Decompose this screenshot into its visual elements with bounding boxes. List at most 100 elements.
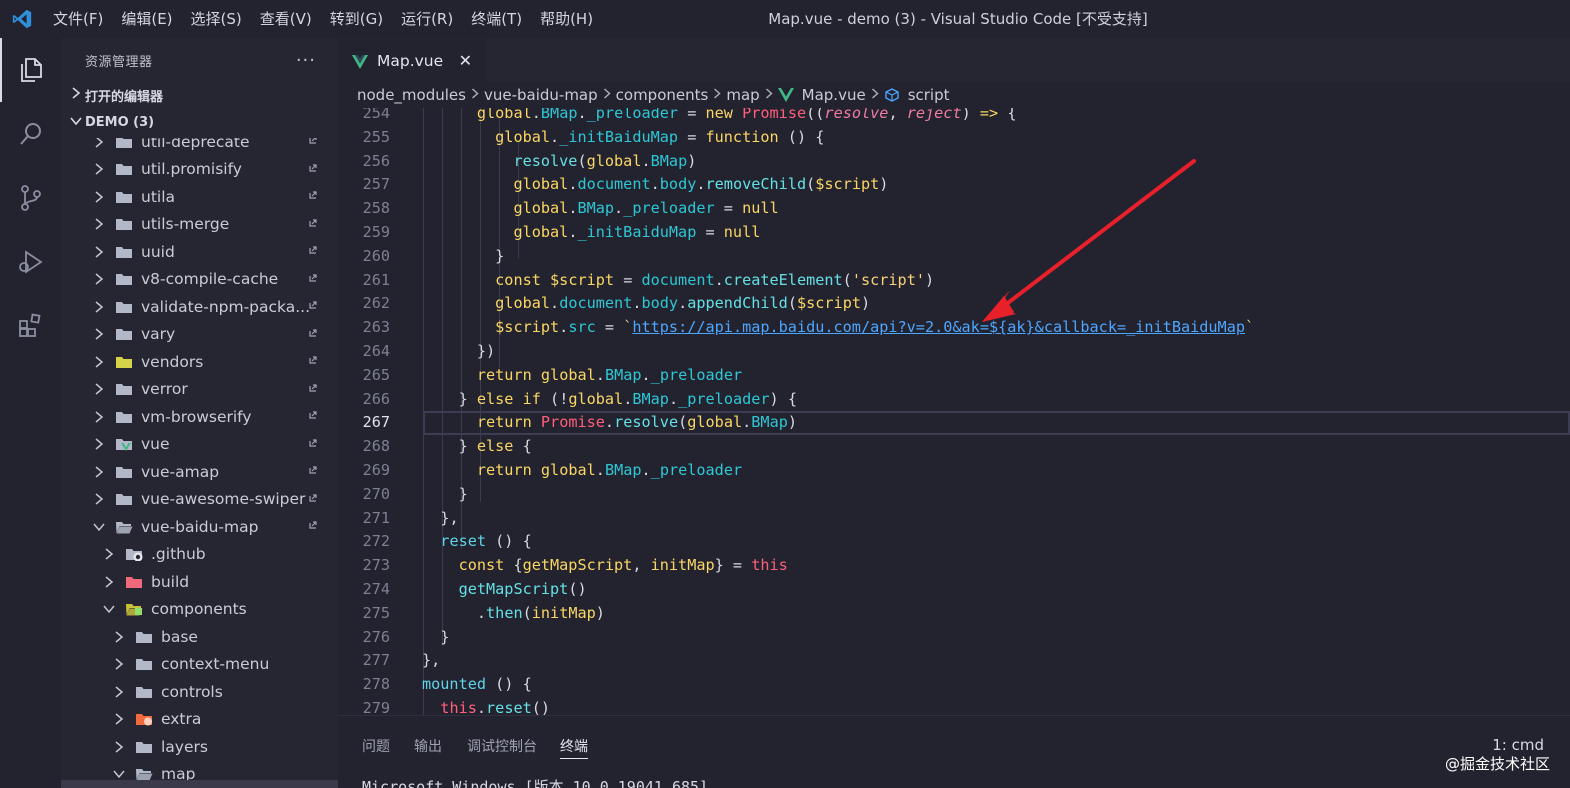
tree-item[interactable]: vue-baidu-map (61, 513, 338, 541)
menu-selection[interactable]: 选择(S) (182, 0, 251, 38)
code-token: . (641, 151, 651, 170)
line-number: 261 (362, 270, 390, 289)
line-number: 274 (362, 580, 390, 598)
folder-icon (115, 437, 133, 452)
code-token: (( (806, 108, 825, 122)
symlink-icon (308, 190, 318, 203)
code-line: 276 } (338, 626, 1570, 650)
code-token: BMap (577, 199, 615, 218)
code-token: } (458, 437, 477, 456)
code-token: resolve (614, 413, 679, 432)
menu-help[interactable]: 帮助(H) (531, 0, 602, 38)
run-debug-icon[interactable] (0, 230, 61, 294)
tab-label: Map.vue (377, 51, 444, 70)
extensions-icon[interactable] (0, 294, 61, 358)
panel-tab-output[interactable]: 输出 (414, 736, 442, 756)
bottom-panel: 问题 输出 调试控制台 终端 1: cmd Microsoft Windows … (338, 715, 1570, 788)
code-line: 254 global.BMap._preloader = new Promise… (338, 108, 1570, 126)
panel-tab-terminal[interactable]: 终端 (560, 736, 588, 759)
menu-file[interactable]: 文件(F) (44, 0, 112, 38)
tree-item[interactable]: controls (61, 678, 338, 706)
line-number: 276 (362, 627, 390, 646)
code-token: { (513, 437, 532, 456)
tree-item[interactable]: vm-browserify (61, 403, 338, 431)
tree-item[interactable]: .github (61, 541, 338, 569)
tree-item[interactable]: components (61, 596, 338, 624)
folder-icon (115, 492, 133, 506)
line-number: 265 (362, 365, 390, 384)
source-control-icon[interactable] (0, 166, 61, 230)
menu-go[interactable]: 转到(G) (321, 0, 392, 38)
code-line: 267 return Promise.resolve(global.BMap) (338, 411, 1570, 435)
code-token: BMap (604, 365, 642, 384)
workspace-root-section[interactable]: DEMO (3) (61, 109, 338, 135)
symlink-icon (308, 383, 318, 396)
chevron-right-icon (93, 410, 105, 424)
tree-item[interactable]: utila (61, 183, 338, 211)
tree-item[interactable]: uuid (61, 238, 338, 266)
panel-tab-debug-console[interactable]: 调试控制台 (467, 736, 537, 756)
tree-item[interactable]: vendors (61, 348, 338, 376)
tree-item[interactable]: validate-npm-packa... (61, 293, 338, 321)
breadcrumb-item[interactable]: node_modules (357, 86, 466, 104)
tree-item[interactable]: extra (61, 706, 338, 734)
sidebar-horizontal-scrollbar[interactable] (61, 780, 338, 788)
breadcrumb-item[interactable]: script (908, 86, 950, 104)
breadcrumb-item[interactable]: map (726, 86, 759, 104)
tree-item[interactable]: util.promisify (61, 156, 338, 184)
code-line: 257 global.document.body.removeChild($sc… (338, 173, 1570, 197)
code-token: initMap (650, 556, 715, 575)
code-token: . (641, 365, 651, 384)
menu-edit[interactable]: 编辑(E) (112, 0, 181, 38)
terminal-selector[interactable]: 1: cmd (1492, 736, 1544, 754)
line-number: 263 (362, 318, 390, 337)
tree-item[interactable]: vue-awesome-swiper (61, 486, 338, 514)
tree-item[interactable]: vary (61, 321, 338, 349)
tree-item-label: context-menu (161, 655, 270, 674)
breadcrumb-item[interactable]: Map.vue (802, 86, 866, 104)
code-text: this.reset() (422, 697, 550, 715)
code-editor[interactable]: 254 global.BMap._preloader = new Promise… (338, 108, 1570, 715)
code-token: () (531, 699, 551, 715)
breadcrumb-item[interactable]: components (616, 86, 709, 104)
line-number: 279 (362, 699, 390, 715)
breadcrumb: node_modules vue-baidu-map components map Ma… (338, 82, 1570, 108)
menu-run[interactable]: 运行(R) (392, 0, 462, 38)
search-icon[interactable] (0, 102, 61, 166)
tree-item[interactable]: build (61, 568, 338, 596)
more-actions-icon[interactable]: ··· (296, 50, 316, 71)
chevron-right-icon (93, 437, 105, 451)
explorer-icon[interactable] (0, 38, 61, 102)
close-icon[interactable]: ✕ (459, 51, 472, 70)
menu-view[interactable]: 查看(V) (251, 0, 321, 38)
menu-terminal[interactable]: 终端(T) (462, 0, 531, 38)
tree-item[interactable]: util-deprecate (61, 138, 338, 156)
code-line: 266 } else if (!global.BMap._preloader) … (338, 388, 1570, 412)
tree-item[interactable]: context-menu (61, 651, 338, 679)
code-token: . (650, 175, 660, 194)
tree-item[interactable]: vue (61, 431, 338, 459)
breadcrumb-item[interactable]: vue-baidu-map (484, 86, 598, 104)
panel-tab-problems[interactable]: 问题 (362, 736, 390, 756)
tree-item[interactable]: base (61, 623, 338, 651)
tree-item[interactable]: v8-compile-cache (61, 266, 338, 294)
line-number: 271 (362, 508, 390, 527)
tree-item[interactable]: verror (61, 376, 338, 404)
tree-item[interactable]: layers (61, 733, 338, 761)
tree-item[interactable]: vue-amap (61, 458, 338, 486)
tree-item[interactable]: utils-merge (61, 211, 338, 239)
code-token: = (696, 223, 724, 241)
code-line: 269 return global.BMap._preloader (338, 459, 1570, 483)
file-tree: util-deprecate util.promisify utila utils-m… (61, 138, 338, 788)
code-text: } (422, 483, 468, 507)
tab-map-vue[interactable]: Map.vue ✕ (338, 38, 486, 82)
code-text: resolve(global.BMap) (422, 150, 696, 174)
code-text: $script.src = `https://api.map.baidu.com… (422, 316, 1254, 340)
menu-bar: 文件(F) 编辑(E) 选择(S) 查看(V) 转到(G) 运行(R) 终端(T… (44, 0, 602, 38)
open-editors-section[interactable]: 打开的编辑器 (61, 82, 338, 108)
code-token: { (504, 556, 523, 575)
